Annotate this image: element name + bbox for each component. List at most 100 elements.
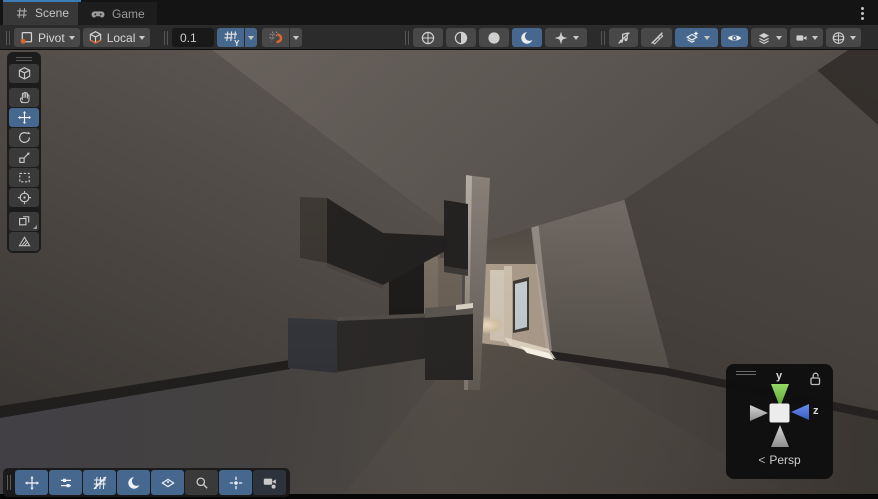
grid-icon xyxy=(16,7,27,18)
unity-scene-view-window: Scene Game Pivot Local 0.1 Y y z < Persp xyxy=(0,0,878,499)
scene-lighting-toggle[interactable] xyxy=(512,28,542,47)
grid-visibility-dropdown[interactable] xyxy=(245,28,257,47)
cube-icon xyxy=(18,67,30,80)
camera-visibility-toggle[interactable] xyxy=(721,28,748,47)
pivot-dropdown[interactable]: Pivot xyxy=(14,28,80,47)
layers-dropdown[interactable] xyxy=(751,28,787,47)
pivot-label: Pivot xyxy=(38,30,65,45)
mesh-edit-tool-button[interactable] xyxy=(9,232,39,251)
drag-handle[interactable] xyxy=(600,30,606,45)
z-axis-label: z xyxy=(813,405,819,417)
transform-icon xyxy=(17,190,31,205)
chevron-down-icon xyxy=(573,35,579,40)
layers-sparkle-icon xyxy=(685,30,698,43)
sliders-icon xyxy=(60,478,71,487)
scene-visibility-dropdown[interactable] xyxy=(675,28,718,47)
snap-increment-dropdown[interactable] xyxy=(290,28,302,47)
note-slash-icon xyxy=(617,31,630,44)
sphere-half-icon xyxy=(454,31,468,44)
local-cube-icon xyxy=(89,31,101,44)
draw-mode-half-sphere-button[interactable] xyxy=(446,28,476,47)
rect-tool-button[interactable] xyxy=(9,168,39,187)
scene-toolbar: Pivot Local 0.1 Y xyxy=(0,25,878,50)
view-tool-button[interactable] xyxy=(9,64,39,83)
center-cross-icon xyxy=(229,476,242,489)
snap-increment-toggle[interactable] xyxy=(262,28,289,47)
projection-toggle[interactable]: < Persp xyxy=(726,453,833,467)
magnet-grid-icon xyxy=(268,30,282,43)
z-axis-cone[interactable] xyxy=(791,404,809,420)
orientation-gizmo-panel: y z < Persp xyxy=(726,364,833,479)
projection-chevron: < xyxy=(758,453,766,467)
grid-snap-toggle-button[interactable] xyxy=(83,470,116,495)
tab-bar: Scene Game xyxy=(0,0,878,25)
tools-toggle-button[interactable] xyxy=(15,470,48,495)
drag-handle[interactable] xyxy=(9,54,39,63)
pan-tool-button[interactable] xyxy=(9,88,39,107)
handle-rotation-dropdown[interactable]: Local xyxy=(82,28,151,47)
grid-slash-icon xyxy=(92,475,107,490)
gizmos-toggle-button[interactable] xyxy=(151,470,184,495)
drag-handle[interactable] xyxy=(163,30,169,45)
kebab-menu-icon[interactable] xyxy=(855,5,869,21)
scale-tool-button[interactable] xyxy=(9,148,39,167)
tab-scene[interactable]: Scene xyxy=(3,0,82,25)
chevron-down-icon xyxy=(703,35,710,40)
hand-icon xyxy=(19,91,30,104)
draw-mode-sphere-button[interactable] xyxy=(479,28,509,47)
move-arrows-icon xyxy=(17,110,31,125)
chevron-down-icon xyxy=(68,35,75,40)
orientation-toggle-button[interactable] xyxy=(219,470,252,495)
fx-mute-toggle[interactable] xyxy=(641,28,672,47)
audio-mute-toggle[interactable] xyxy=(609,28,638,47)
search-icon xyxy=(195,476,208,489)
sphere-cross-icon xyxy=(421,31,435,44)
transform-tool-button[interactable] xyxy=(9,188,39,207)
gizmo-center-cube[interactable] xyxy=(769,403,790,423)
scene-viewport[interactable]: y z < Persp xyxy=(0,50,878,499)
chevron-down-icon xyxy=(776,35,782,40)
y-axis-label: y xyxy=(776,370,783,382)
scale-icon xyxy=(18,152,30,163)
tools-overlay xyxy=(7,52,41,253)
tab-game[interactable]: Game xyxy=(78,2,157,25)
gizmos-dropdown[interactable] xyxy=(826,28,861,47)
tab-game-label: Game xyxy=(112,6,145,21)
down-axis-cone[interactable] xyxy=(771,425,789,447)
cameras-toggle-button[interactable] xyxy=(253,470,286,495)
chevron-down-icon xyxy=(139,35,146,40)
crescent-moon-icon xyxy=(127,476,141,489)
diamond-icon xyxy=(160,478,175,487)
rect-icon xyxy=(18,172,30,183)
grid-axis-letter: Y xyxy=(234,38,240,48)
pivot-icon xyxy=(20,32,33,44)
brush-slash-icon xyxy=(650,31,663,45)
x-axis-cone[interactable] xyxy=(750,405,768,421)
grid-visibility-toggle[interactable]: Y xyxy=(217,28,244,48)
drag-handle[interactable] xyxy=(5,30,11,45)
more-options-corner xyxy=(33,225,37,229)
tab-scene-label: Scene xyxy=(35,5,70,20)
chevron-down-icon xyxy=(248,35,254,40)
view-options-toggle-button[interactable] xyxy=(117,470,150,495)
layer-stack-icon xyxy=(759,32,769,44)
move-arrows-icon xyxy=(24,475,39,490)
rotate-tool-button[interactable] xyxy=(9,128,39,147)
gamepad-icon xyxy=(91,10,105,17)
custom-tool-button[interactable] xyxy=(9,212,39,231)
drag-handle[interactable] xyxy=(7,475,11,490)
draw-mode-wire-sphere-button[interactable] xyxy=(413,28,443,47)
move-tool-button[interactable] xyxy=(9,108,39,127)
grid-size-input[interactable] xyxy=(172,28,214,47)
rotate-icon xyxy=(18,131,31,143)
tool-settings-toggle-button[interactable] xyxy=(49,470,82,495)
cube-corner-icon xyxy=(18,216,29,226)
effects-dropdown[interactable] xyxy=(545,28,587,47)
search-toggle-button[interactable] xyxy=(185,470,218,495)
mesh-icon xyxy=(17,236,31,247)
gizmo-sphere-icon xyxy=(832,31,845,44)
cameras-dropdown[interactable] xyxy=(790,28,823,47)
eye-icon xyxy=(727,34,742,41)
chevron-down-icon xyxy=(812,35,818,40)
drag-handle[interactable] xyxy=(404,30,410,45)
